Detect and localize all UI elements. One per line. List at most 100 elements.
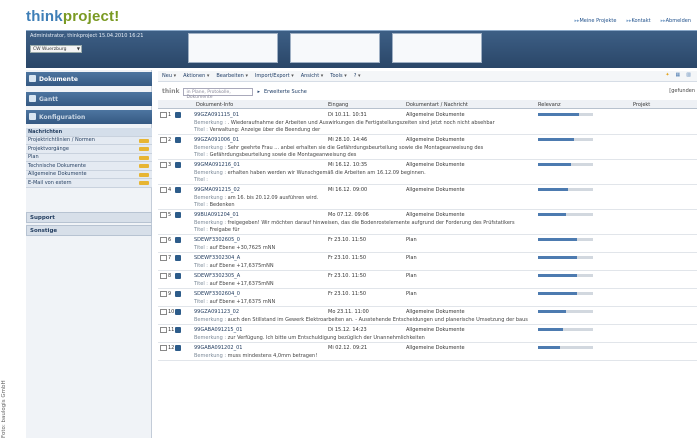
row-checkbox[interactable] (160, 273, 167, 279)
gantt-icon (29, 95, 36, 102)
project-select[interactable]: CW Wuerzburg (30, 45, 82, 53)
column-icon[interactable]: ▥ (686, 72, 691, 78)
nav-logout[interactable]: Abmelden (661, 18, 691, 24)
nav-my-projects[interactable]: Meine Projekte (574, 18, 616, 24)
grid-icon[interactable]: ▦ (676, 72, 681, 78)
col-doc-info[interactable]: Dokument-Info (196, 102, 233, 108)
search-input[interactable]: in Plane, Protokolle, Dokumente (183, 87, 254, 100)
document-id[interactable]: SDEWF3302305_A (194, 273, 240, 279)
detail-text: erhalten haben werden wir Wunschgemäß di… (227, 170, 426, 176)
sidebar-item-plan[interactable]: Plan (26, 153, 152, 162)
menu-new[interactable]: Neu ▾ (162, 73, 176, 79)
search-icon[interactable]: ▸ (257, 89, 260, 95)
document-id[interactable]: 99GABA091215_01 (194, 327, 242, 333)
document-id[interactable]: SDEWF3302605_0 (194, 237, 240, 243)
document-type: Plan (406, 255, 417, 261)
sidebar-item-processes[interactable]: Projektvorgänge (26, 145, 152, 154)
sidebar-item-messages[interactable]: Nachrichten (26, 128, 152, 137)
menu-actions[interactable]: Aktionen ▾ (183, 73, 209, 79)
row-detail: Bemerkung : . Wiederaufnahme der Arbeite… (194, 120, 495, 126)
document-icon[interactable] (175, 187, 181, 193)
document-id[interactable]: 99BUA091204_01 (194, 212, 239, 218)
row-checkbox[interactable] (160, 187, 167, 193)
document-id[interactable]: 99GMA091216_01 (194, 162, 240, 168)
document-id[interactable]: SDEWF3302604_0 (194, 291, 240, 297)
table-row[interactable]: 10 99GZA091123_02 Mo 23.11. 11:00 Allgemein… (158, 307, 697, 325)
row-checkbox[interactable] (160, 137, 167, 143)
row-checkbox[interactable] (160, 212, 167, 218)
document-icon[interactable] (175, 237, 181, 243)
detail-label: Bemerkung : (194, 220, 227, 226)
document-id[interactable]: 99GZA091006_01 (194, 137, 239, 143)
table-row[interactable]: 11 99GABA091215_01 Di 15.12. 14:23 Allgemei… (158, 325, 697, 343)
document-icon[interactable] (175, 162, 181, 168)
toolbar-right: ✦ ▦ ▥ (665, 72, 691, 78)
received-date: Mi 16.12. 10:35 (328, 162, 368, 168)
col-project[interactable]: Projekt (633, 102, 650, 108)
document-icon[interactable] (175, 112, 181, 118)
row-checkbox[interactable] (160, 309, 167, 315)
document-icon[interactable] (175, 345, 181, 351)
table-row[interactable]: 8 SDEWF3302305_A Fr 23.10. 11:50 Plan Titel … (158, 271, 697, 289)
menu-import-export[interactable]: Import/Export ▾ (255, 73, 294, 79)
row-checkbox[interactable] (160, 162, 167, 168)
sidebar-section-support[interactable]: Support (26, 212, 152, 223)
document-icon[interactable] (175, 291, 181, 297)
table-row[interactable]: 3 99GMA091216_01 Mi 16.12. 10:35 Allgemeine… (158, 160, 697, 185)
row-checkbox[interactable] (160, 327, 167, 333)
document-id[interactable]: SDEWF3302304_A (194, 255, 240, 261)
table-row[interactable]: 4 99GMA091215_02 Mi 16.12. 09:00 Allgemeine… (158, 185, 697, 210)
relevance-bar (538, 328, 593, 331)
row-checkbox[interactable] (160, 345, 167, 351)
header-panel (290, 33, 380, 63)
col-received[interactable]: Eingang (328, 102, 348, 108)
document-icon[interactable] (175, 137, 181, 143)
col-relevance[interactable]: Relevanz (538, 102, 561, 108)
sidebar-panel-config[interactable]: Konfiguration (26, 110, 152, 124)
sidebar-item-guidelines[interactable]: Projektrichtlinien / Normen (26, 136, 152, 145)
table-row[interactable]: 6 SDEWF3302605_0 Fr 23.10. 11:50 Plan Titel … (158, 235, 697, 253)
star-icon[interactable]: ✦ (665, 72, 669, 78)
document-type: Plan (406, 291, 417, 297)
menu-help[interactable]: ? ▾ (354, 73, 361, 79)
document-icon[interactable] (175, 309, 181, 315)
document-icon[interactable] (175, 273, 181, 279)
table-row[interactable]: 2 99GZA091006_01 Mi 28.10. 14:46 Allgemeine… (158, 135, 697, 160)
menu-tools[interactable]: Tools ▾ (330, 73, 346, 79)
sidebar-panel-gantt[interactable]: Gantt (26, 92, 152, 106)
table-row[interactable]: 5 99BUA091204_01 Mo 07.12. 09:06 Allgemeine… (158, 210, 697, 235)
menu-edit[interactable]: Bearbeiten ▾ (216, 73, 248, 79)
document-id[interactable]: 99GMA091215_02 (194, 187, 240, 193)
app-logo: thinkproject! (26, 8, 120, 25)
document-icon[interactable] (175, 255, 181, 261)
document-id[interactable]: 99GZA091123_02 (194, 309, 239, 315)
sidebar-section-other[interactable]: Sonstige (26, 225, 152, 236)
sidebar-item-general[interactable]: Allgemeine Dokumente (26, 170, 152, 179)
table-row[interactable]: 7 SDEWF3302304_A Fr 23.10. 11:50 Plan Titel … (158, 253, 697, 271)
row-number: 7 (168, 255, 172, 261)
row-checkbox[interactable] (160, 112, 167, 118)
document-icon[interactable] (175, 212, 181, 218)
sidebar-item-technical[interactable]: Technische Dokumente (26, 162, 152, 171)
nav-contact[interactable]: Kontakt (626, 18, 650, 24)
detail-text: auf Ebene +17,6375mNN (209, 281, 274, 287)
row-checkbox[interactable] (160, 237, 167, 243)
document-id[interactable]: 99GZA091115_01 (194, 112, 239, 118)
document-icon[interactable] (175, 327, 181, 333)
sidebar-panel-documents[interactable]: Dokumente (26, 72, 152, 86)
received-date: Mi 16.12. 09:00 (328, 187, 368, 193)
sidebar-item-email[interactable]: E-Mail von extern (26, 179, 152, 188)
table-row[interactable]: 12 99GABA091202_01 Mi 02.12. 09:21 Allgemei… (158, 343, 697, 361)
menu-view[interactable]: Ansicht ▾ (301, 73, 324, 79)
table-row[interactable]: 1 99GZA091115_01 Di 10.11. 10:31 Allgemeine… (158, 110, 697, 135)
folder-icon (139, 155, 149, 160)
folder-icon (139, 164, 149, 168)
document-id[interactable]: 99GABA091202_01 (194, 345, 242, 351)
row-number: 1 (168, 112, 172, 118)
row-checkbox[interactable] (160, 291, 167, 297)
col-doctype[interactable]: Dokumentart / Nachricht (406, 102, 468, 108)
advanced-search-link[interactable]: Erweiterte Suche (264, 89, 307, 95)
row-checkbox[interactable] (160, 255, 167, 261)
relevance-bar (538, 292, 593, 295)
table-row[interactable]: 9 SDEWF3302604_0 Fr 23.10. 11:50 Plan Titel … (158, 289, 697, 307)
